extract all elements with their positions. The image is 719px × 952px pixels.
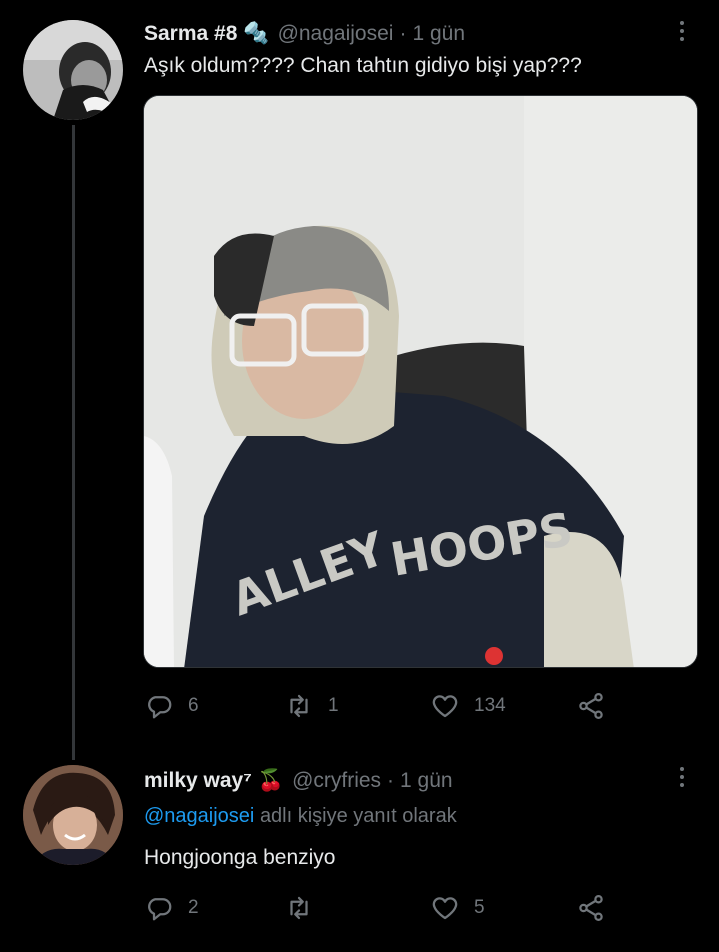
timestamp[interactable]: 1 gün (400, 769, 453, 793)
tweet-text: Hongjoonga benziyo (144, 846, 336, 869)
share-icon (579, 693, 603, 719)
reply-count: 6 (188, 695, 199, 716)
retweet-icon (290, 694, 308, 718)
reply-icon (148, 696, 172, 719)
separator-dot: · (399, 22, 407, 45)
share-button[interactable] (576, 688, 606, 724)
tweet-header: Sarma #8 🔩 @nagaijosei · 1 gün (144, 19, 465, 49)
tweet[interactable]: Sarma #8 🔩 @nagaijosei · 1 gün Aşık oldu… (0, 0, 719, 760)
photo-person-hoodie-icon: ALLEY HOOPS (144, 96, 697, 667)
avatar-photo-icon (23, 765, 123, 865)
tweet-actions: 2 5 (144, 890, 614, 926)
reply-count: 2 (188, 897, 199, 918)
timestamp[interactable]: 1 gün (412, 22, 465, 46)
share-icon (579, 895, 603, 921)
retweet-icon (290, 896, 308, 920)
tweet-header: milky way⁷ 🍒 @cryfries · 1 gün (144, 766, 453, 796)
more-options-icon[interactable] (672, 762, 692, 792)
like-button[interactable]: 5 (430, 890, 485, 926)
display-name[interactable]: Sarma #8 (144, 22, 237, 46)
like-button[interactable]: 134 (430, 688, 506, 724)
separator-dot: · (387, 769, 395, 792)
share-button[interactable] (576, 890, 606, 926)
reply-context: @nagaijosei adlı kişiye yanıt olarak (144, 805, 457, 828)
thread-line (72, 125, 75, 760)
retweet-count: 1 (328, 695, 339, 716)
display-name[interactable]: milky way⁷ (144, 769, 252, 793)
reply-to-link[interactable]: @nagaijosei (144, 805, 254, 827)
tweet-text: Aşık oldum???? Chan tahtın gidiyo bişi y… (144, 54, 582, 77)
tweet-actions: 6 1 134 (144, 688, 614, 724)
bolt-emoji-icon: 🔩 (243, 22, 270, 45)
more-options-icon[interactable] (672, 16, 692, 46)
like-count: 5 (474, 897, 485, 918)
cherry-emoji-icon: 🍒 (257, 769, 285, 792)
user-handle[interactable]: @nagaijosei (278, 22, 394, 46)
reply-button[interactable]: 6 (144, 688, 199, 724)
tweet-media[interactable]: ALLEY HOOPS (143, 95, 698, 668)
reply-button[interactable]: 2 (144, 890, 199, 926)
avatar[interactable] (23, 765, 123, 865)
retweet-button[interactable]: 1 (284, 688, 339, 724)
heart-icon (432, 695, 458, 718)
avatar-photo-icon (23, 20, 123, 120)
like-count: 134 (474, 695, 506, 716)
reply-icon (148, 898, 172, 921)
heart-icon (432, 897, 458, 920)
retweet-button[interactable] (284, 890, 328, 926)
reply-to-label: adlı kişiye yanıt olarak (259, 805, 457, 827)
avatar[interactable] (23, 20, 123, 120)
user-handle[interactable]: @cryfries (292, 769, 381, 793)
